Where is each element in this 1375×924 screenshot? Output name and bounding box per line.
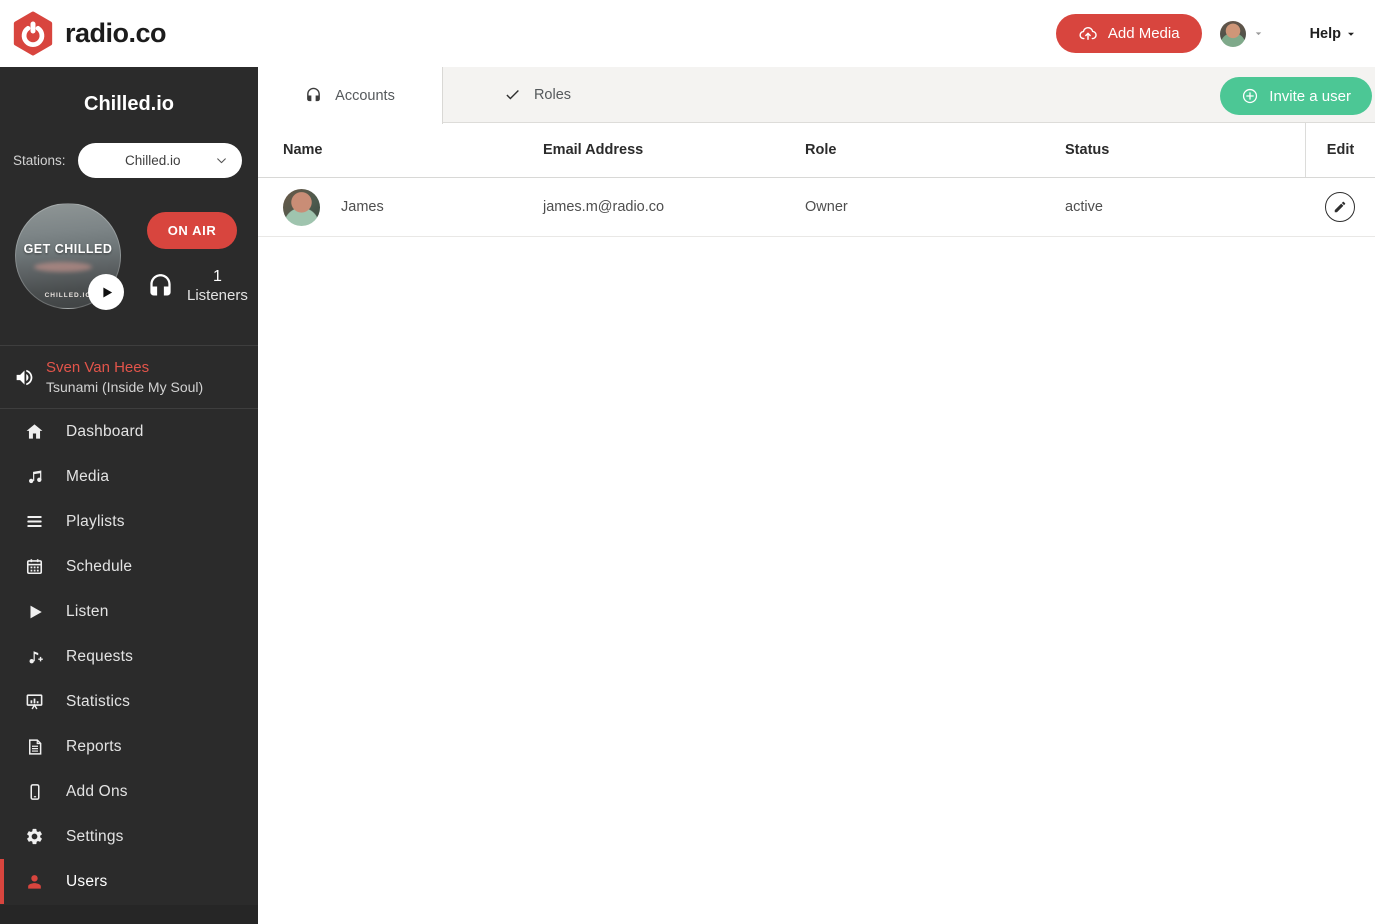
listeners-count: 1 <box>213 268 222 286</box>
now-playing: Sven Van Hees Tsunami (Inside My Soul) <box>0 345 258 409</box>
cloud-upload-icon <box>1078 24 1098 44</box>
caret-down-icon <box>1345 28 1357 40</box>
check-icon <box>504 86 521 103</box>
now-playing-artist: Sven Van Hees <box>46 359 203 376</box>
column-header-email: Email Address <box>543 123 805 177</box>
help-label: Help <box>1310 26 1341 42</box>
sidebar-item-reports[interactable]: Reports <box>0 724 258 769</box>
user-status: active <box>1065 199 1305 215</box>
sidebar-item-users[interactable]: Users <box>0 859 258 904</box>
list-icon <box>25 512 44 531</box>
sidebar-item-dashboard[interactable]: Dashboard <box>0 409 258 454</box>
radioco-logo[interactable]: radio.co <box>10 10 166 57</box>
user-role: Owner <box>805 199 1065 215</box>
play-button[interactable] <box>88 274 124 310</box>
column-header-name: Name <box>258 123 543 177</box>
tab-roles[interactable]: Roles <box>443 67 632 122</box>
invite-user-button[interactable]: Invite a user <box>1220 77 1372 115</box>
help-menu[interactable]: Help <box>1310 26 1357 42</box>
play-icon <box>99 285 114 300</box>
chart-board-icon <box>25 692 44 711</box>
now-playing-track: Tsunami (Inside My Soul) <box>46 379 203 395</box>
caret-down-icon <box>1253 28 1264 39</box>
station-select[interactable]: Chilled.io <box>78 143 242 178</box>
sidebar-item-listen[interactable]: Listen <box>0 589 258 634</box>
station-select-value: Chilled.io <box>125 153 181 168</box>
topbar: radio.co Add Media Help <box>0 0 1375 67</box>
table-row: James james.m@radio.co Owner active <box>258 178 1375 237</box>
play-icon <box>25 603 44 621</box>
sidebar-item-add-ons[interactable]: Add Ons <box>0 769 258 814</box>
tab-bar: Accounts Roles Invite a user <box>258 67 1375 123</box>
listeners-label: Listeners <box>187 287 248 304</box>
chevron-down-icon <box>214 154 229 167</box>
artwork-title: GET CHILLED <box>24 242 113 256</box>
speaker-icon <box>14 367 35 388</box>
sidebar-item-statistics[interactable]: Statistics <box>0 679 258 724</box>
user-menu[interactable] <box>1220 21 1264 47</box>
add-media-button[interactable]: Add Media <box>1056 14 1202 53</box>
headphones-icon <box>147 273 174 300</box>
gear-icon <box>25 827 44 846</box>
sidebar-item-requests[interactable]: Requests <box>0 634 258 679</box>
main-content: Accounts Roles Invite a user Name Email … <box>258 67 1375 924</box>
calendar-icon <box>25 557 44 576</box>
listeners: 1 Listeners <box>147 268 248 304</box>
sidebar-footer <box>0 905 258 924</box>
document-icon <box>25 738 44 756</box>
plus-circle-icon <box>1241 87 1259 105</box>
music-plus-icon <box>25 648 44 666</box>
user-name: James <box>341 199 384 215</box>
home-icon <box>25 422 44 441</box>
sidebar-nav: Dashboard Media Playlists Sche <box>0 409 258 904</box>
sidebar-item-media[interactable]: Media <box>0 454 258 499</box>
column-header-role: Role <box>805 123 1065 177</box>
station-title: Chilled.io <box>0 67 258 116</box>
sidebar: Chilled.io Stations: Chilled.io GET CHIL… <box>0 67 258 924</box>
brand-name: radio.co <box>65 18 166 49</box>
headphones-icon <box>305 87 322 104</box>
tab-roles-label: Roles <box>534 87 571 103</box>
phone-icon <box>25 783 44 801</box>
music-note-icon <box>25 468 44 486</box>
add-media-label: Add Media <box>1108 25 1180 42</box>
user-avatar <box>283 189 320 226</box>
on-air-button[interactable]: ON AIR <box>147 212 237 249</box>
table-header: Name Email Address Role Status Edit <box>258 123 1375 178</box>
tab-accounts-label: Accounts <box>335 88 395 104</box>
column-header-edit: Edit <box>1305 123 1375 177</box>
sidebar-item-schedule[interactable]: Schedule <box>0 544 258 589</box>
user-email: james.m@radio.co <box>543 199 805 215</box>
person-icon <box>25 872 44 891</box>
sidebar-item-settings[interactable]: Settings <box>0 814 258 859</box>
pencil-icon <box>1333 200 1347 214</box>
invite-user-label: Invite a user <box>1269 88 1351 105</box>
stations-label: Stations: <box>13 153 66 168</box>
avatar <box>1220 21 1246 47</box>
tab-accounts[interactable]: Accounts <box>258 67 443 124</box>
sidebar-item-playlists[interactable]: Playlists <box>0 499 258 544</box>
station-artwork: GET CHILLED CHILLED.IO <box>15 203 121 309</box>
column-header-status: Status <box>1065 123 1305 177</box>
radioco-logo-icon <box>10 10 56 57</box>
edit-user-button[interactable] <box>1325 192 1355 222</box>
